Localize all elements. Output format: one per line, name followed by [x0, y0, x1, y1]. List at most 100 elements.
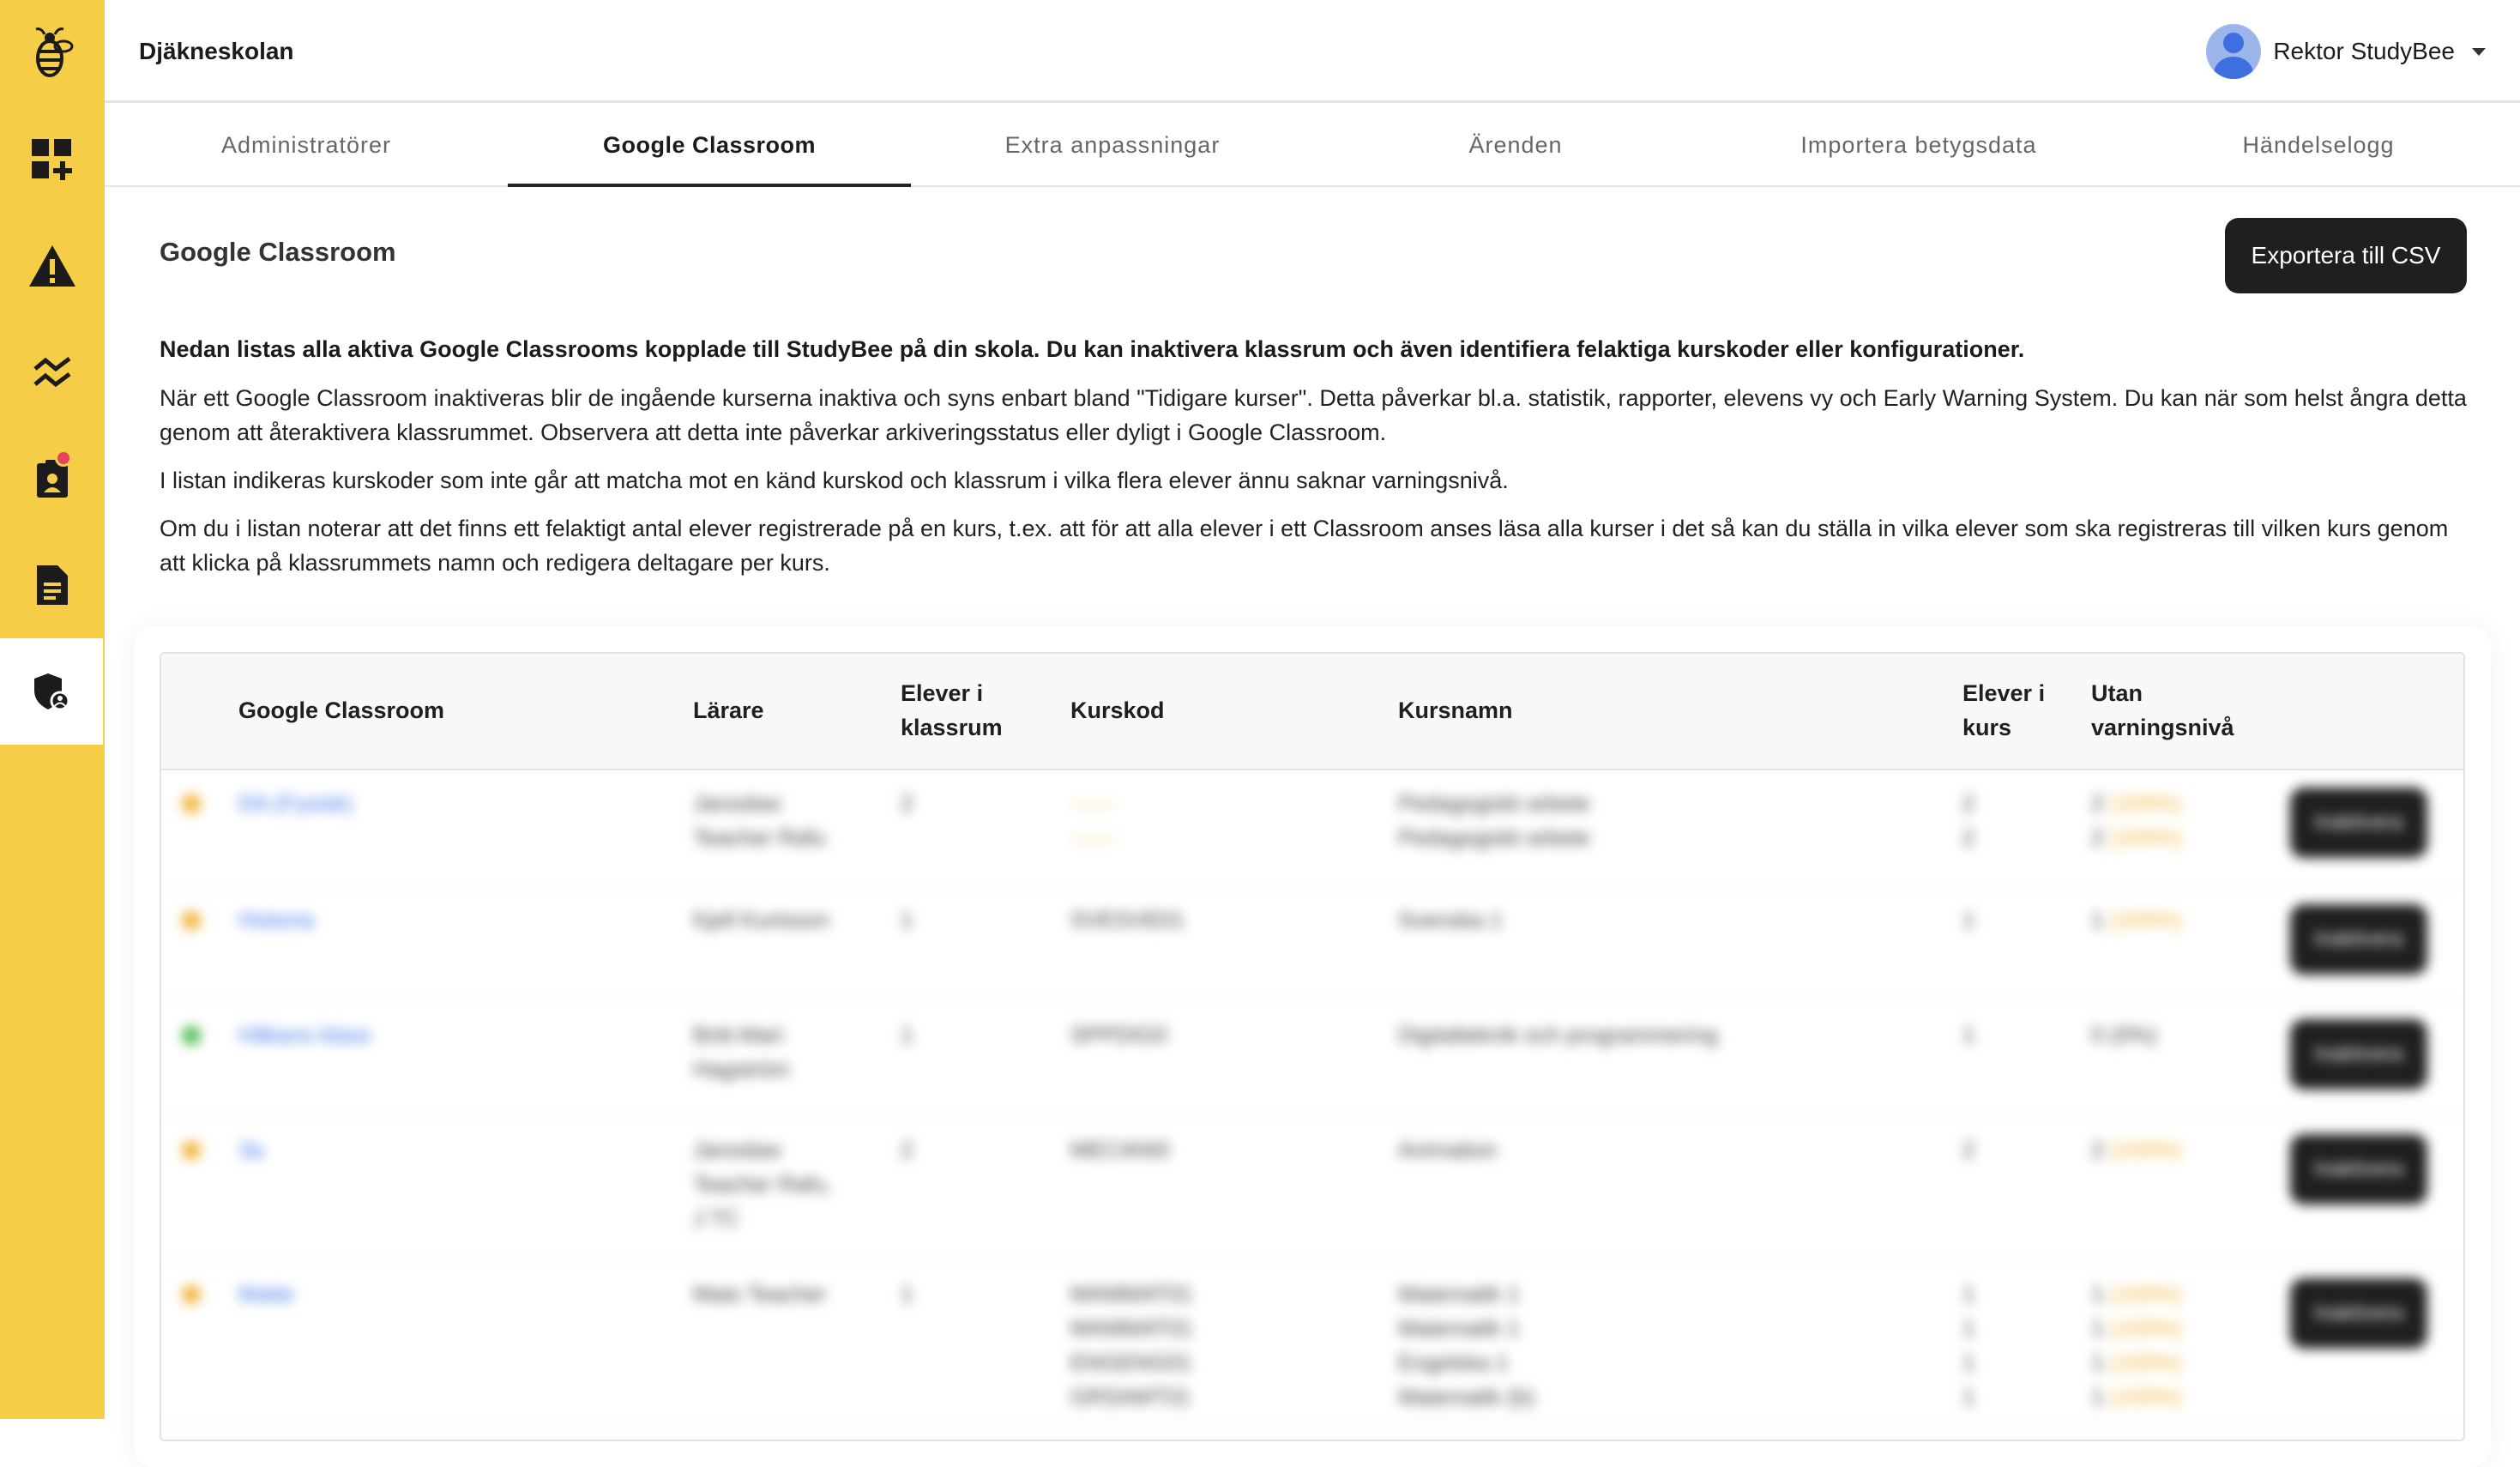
info-paragraph-registration: Om du i listan noterar att det finns ett… [160, 516, 2449, 576]
without-warning-percent: (0%) [2109, 1022, 2157, 1047]
students-in-course-line: 1 [1962, 1315, 1975, 1341]
tab-bar: Administratörer Google Classroom Extra a… [105, 103, 2520, 187]
students-in-course-line: 1 [1962, 1349, 1975, 1375]
sidebar-item-documents[interactable] [0, 532, 105, 638]
course-code-cell: MECANI0 [1070, 1132, 1170, 1167]
sidebar-item-student-reports[interactable] [0, 426, 105, 532]
without-warning-percent: (100%) [2109, 1384, 2182, 1410]
without-warning-cell: 2 (100%) [2091, 1132, 2182, 1167]
without-warning-percent: (100%) [2109, 1281, 2182, 1307]
students-in-classroom: 1 [901, 1022, 913, 1047]
without-warning-percent: (100%) [2109, 1349, 2182, 1375]
classroom-link[interactable]: 3a [238, 1132, 263, 1167]
sidebar-item-home[interactable] [0, 0, 105, 106]
without-warning-line: 2 (100%) [2091, 820, 2182, 854]
students-in-course: 1 [1962, 1017, 1974, 1052]
header-students-in-course: Elever i kurs [1962, 680, 2046, 740]
without-warning-line: 1 (100%) [2091, 1345, 2182, 1379]
course-name-cell-line: Svenska 1 [1398, 907, 1503, 933]
without-warning-line: 1 (100%) [2091, 1379, 2182, 1414]
course-code-cell-line: GRSAMT01 [1070, 1384, 1191, 1410]
students-in-course: 22 [1962, 786, 1974, 854]
table-row[interactable]: DA (Fysisk) Jaroslaw Teacher Rafu 2 ------ --… [161, 769, 2463, 887]
classroom-link[interactable]: Håkans klass [238, 1017, 371, 1052]
classroom-link[interactable]: Matte [238, 1277, 294, 1311]
without-warning-count: 2 [2091, 824, 2110, 850]
deactivate-button[interactable]: Inaktivera [2290, 1278, 2427, 1349]
classroom-link[interactable]: DA (Fysisk) [238, 786, 353, 820]
header-teacher: Lärare [693, 697, 764, 723]
course-code-cell-line: ------ [1070, 790, 1115, 816]
without-warning-cell: 1 (100%) [2091, 903, 2182, 937]
tab-cases[interactable]: Ärenden [1314, 103, 1717, 185]
course-name-cell-line: Pedagogiskt arbete [1398, 790, 1591, 816]
course-name-cell-line: Animation [1398, 1137, 1498, 1162]
teacher-cell: Britt-Mari Hagström [693, 1017, 790, 1086]
teacher-cell-line: Jaroslaw [693, 790, 781, 816]
deactivate-button[interactable]: Inaktivera [2290, 788, 2427, 858]
without-warning-line: 0 (0%) [2091, 1017, 2157, 1052]
course-name-cell: Animation [1398, 1132, 1498, 1167]
tab-import-grades[interactable]: Importera betygsdata [1717, 103, 2120, 185]
course-code-cell: MAMMAT01 MAMMAT01 ENGENG01 GRSAMT01 [1070, 1277, 1193, 1414]
without-warning-line: 2 (100%) [2091, 1132, 2182, 1167]
course-name-cell: Svenska 1 [1398, 903, 1502, 937]
table-row[interactable]: 3a Jaroslaw Teacher Rafu, J TC 2 MECANI0 Anima… [161, 1115, 2463, 1261]
deactivate-button[interactable]: Inaktivera [2290, 904, 2427, 975]
trend-icon [33, 357, 71, 388]
info-paragraph-deactivate: När ett Google Classroom inaktiveras bli… [160, 385, 2467, 445]
tab-event-log[interactable]: Händelselogg [2117, 103, 2520, 185]
without-warning-count: 2 [2091, 1137, 2110, 1162]
course-code-cell: SPPDIG0 [1070, 1017, 1167, 1052]
tab-google-classroom[interactable]: Google Classroom [508, 103, 911, 187]
students-in-course-line: 2 [1962, 824, 1975, 850]
table-row[interactable]: Historia Kjell Kurtsson 1 SVESVE01 Svenska 1… [161, 885, 2463, 1002]
without-warning-count: 1 [2091, 1349, 2110, 1375]
course-code-cell: SVESVE01 [1070, 903, 1185, 937]
without-warning-line: 1 (100%) [2091, 903, 2182, 937]
tab-extra-adjustments[interactable]: Extra anpassningar [911, 103, 1314, 185]
deactivate-button[interactable]: Inaktivera [2290, 1134, 2427, 1204]
students-in-course-line: 2 [1962, 1137, 1975, 1162]
without-warning-percent: (100%) [2109, 1137, 2182, 1162]
course-name-cell-line: Digitalteknik och programmering [1398, 1022, 1718, 1047]
table-row[interactable]: Håkans klass Britt-Mari Hagström 1 SPPDIG0 Di… [161, 1000, 2463, 1117]
export-csv-button[interactable]: Exportera till CSV [2225, 218, 2467, 293]
sidebar-item-dashboard[interactable] [0, 106, 105, 213]
school-name: Djäkneskolan [139, 38, 294, 64]
students-in-course-line: 1 [1962, 1281, 1975, 1307]
teacher-cell-line: J TC [693, 1205, 740, 1231]
without-warning-cell: 1 (100%) 1 (100%) 1 (100%) 1 (100%) [2091, 1277, 2182, 1414]
without-warning-percent: (100%) [2109, 907, 2182, 933]
course-name-cell-line: Matematik 1 [1398, 1281, 1520, 1307]
students-in-course-line: 1 [1962, 907, 1975, 933]
status-dot-icon [182, 1285, 201, 1304]
teacher-cell-line: Hagström [693, 1056, 790, 1082]
students-in-course-line: 2 [1962, 790, 1975, 816]
without-warning-count: 1 [2091, 1281, 2110, 1307]
status-dot-icon [182, 1141, 201, 1160]
teacher-cell: Kjell Kurtsson [693, 903, 829, 937]
sidebar-item-trends[interactable] [0, 319, 105, 426]
students-in-course: 2 [1962, 1132, 1974, 1167]
students-in-course: 1 [1962, 903, 1974, 937]
user-menu[interactable]: Rektor StudyBee [2206, 22, 2486, 81]
course-name-cell-line: Matematik 1 [1398, 1315, 1520, 1341]
students-in-classroom: 1 [901, 907, 913, 933]
tab-administrators[interactable]: Administratörer [105, 103, 508, 185]
without-warning-line: 2 (100%) [2091, 786, 2182, 820]
table-row[interactable]: Matte Mats Teacher 1 MAMMAT01 MAMMAT01 ENGENG… [161, 1259, 2463, 1424]
notification-badge [55, 450, 72, 467]
classroom-link[interactable]: Historia [238, 903, 314, 937]
sidebar-item-warnings[interactable] [0, 213, 105, 319]
deactivate-button[interactable]: Inaktivera [2290, 1019, 2427, 1090]
intro-text: Nedan listas alla aktiva Google Classroo… [160, 336, 2025, 362]
without-warning-count: 1 [2091, 1384, 2110, 1410]
header-students-in-classroom: Elever i klassrum [901, 680, 1003, 740]
students-in-course: 1 1 1 1 [1962, 1277, 1974, 1414]
sidebar-item-admin[interactable] [0, 638, 103, 745]
header-course-name: Kursnamn [1398, 697, 1513, 723]
document-icon [37, 565, 68, 605]
bee-logo-icon [35, 27, 74, 77]
top-bar: Djäkneskolan Rektor StudyBee [105, 0, 2520, 103]
